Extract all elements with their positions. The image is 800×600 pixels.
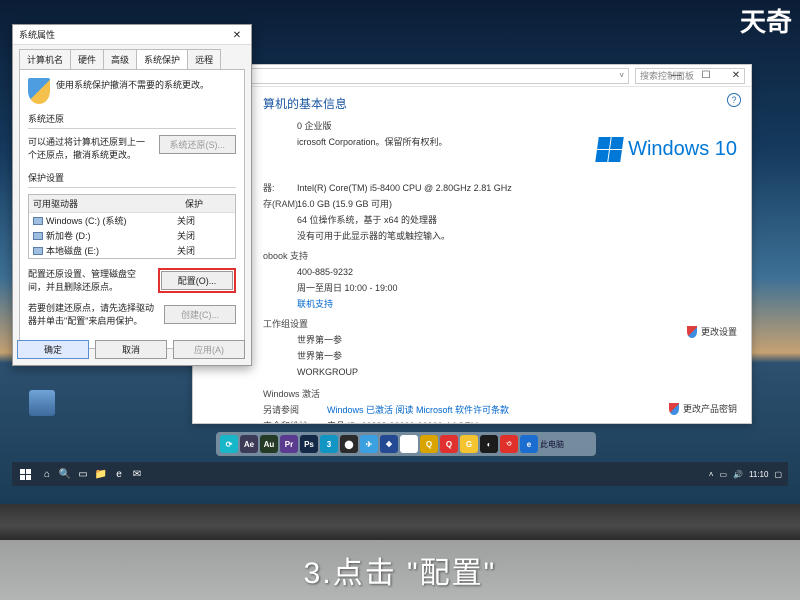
table-row[interactable]: Windows (C:) (系统)关闭 — [29, 213, 235, 228]
tray-sound-icon[interactable]: 🔊 — [733, 470, 743, 479]
cancel-button[interactable]: 取消 — [95, 340, 167, 359]
drive-table[interactable]: 可用驱动器 保护 Windows (C:) (系统)关闭新加卷 (D:)关闭本地… — [28, 194, 236, 259]
restore-group-label: 系统还原 — [28, 112, 236, 125]
address-bar[interactable]: 系统 ˅ — [199, 68, 629, 84]
dock-app[interactable]: 3 — [320, 435, 338, 453]
tray-up-icon[interactable]: ˄ — [709, 470, 714, 479]
taskbar-icon[interactable]: ⌂ — [38, 465, 56, 483]
shield-icon — [687, 326, 697, 338]
system-properties-dialog: 系统属性 ✕ 计算机名硬件高级系统保护远程 使用系统保护撤消不需要的系统更改。 … — [12, 24, 252, 366]
taskbar-icon[interactable]: e — [110, 465, 128, 483]
dock-tail-label: 此电脑 — [540, 439, 564, 450]
dock-app[interactable]: Q — [440, 435, 458, 453]
dock-app[interactable]: Au — [260, 435, 278, 453]
change-settings-link[interactable]: 更改设置 — [687, 325, 737, 338]
dock-app[interactable]: G — [460, 435, 478, 453]
table-row[interactable]: 本地磁盘 (E:)关闭 — [29, 243, 235, 258]
edition: 0 企业版 — [297, 118, 332, 134]
dock-app[interactable] — [400, 435, 418, 453]
dock-app[interactable]: ❖ — [380, 435, 398, 453]
tab-1[interactable]: 硬件 — [70, 49, 104, 69]
dock-app[interactable]: ⟳ — [220, 435, 238, 453]
dock-app[interactable]: Ae — [240, 435, 258, 453]
list-item: 周一至周日 10:00 - 19:00 — [207, 280, 737, 296]
col-drive: 可用驱动器 — [29, 195, 181, 212]
create-text: 若要创建还原点，请先选择驱动器并单击"配置"来启用保护。 — [28, 301, 158, 327]
drive-icon — [33, 217, 43, 225]
tab-0[interactable]: 计算机名 — [19, 49, 71, 69]
tray-network-icon[interactable]: ▭ — [719, 470, 727, 479]
drive-icon — [33, 247, 43, 255]
protection-shield-icon — [28, 78, 50, 104]
list-item: 另请参阅Windows 已激活 阅读 Microsoft 软件许可条款 — [207, 402, 737, 418]
dock-app[interactable]: ◐ — [480, 435, 498, 453]
windows-logo: Windows 10 — [597, 137, 737, 162]
col-protect: 保护 — [181, 195, 235, 212]
taskbar-icon[interactable]: ▭ — [74, 465, 92, 483]
clock[interactable]: 11:10 — [749, 470, 768, 479]
taskbar-icon[interactable]: 🔍 — [56, 465, 74, 483]
help-icon[interactable]: ? — [727, 93, 741, 107]
protection-desc: 使用系统保护撤消不需要的系统更改。 — [56, 78, 209, 91]
change-key-text: 更改产品密钥 — [683, 402, 737, 415]
list-item: 器:Intel(R) Core(TM) i5-8400 CPU @ 2.80GH… — [207, 180, 737, 196]
create-button[interactable]: 创建(C)... — [164, 305, 236, 324]
dock-app[interactable]: Pr — [280, 435, 298, 453]
list-item: 世界第一参 — [207, 348, 737, 364]
list-item: 存(RAM):16.0 GB (15.9 GB 可用) — [207, 196, 737, 212]
tutorial-caption: 3.点击 "配置" — [0, 540, 800, 600]
copyright: icrosoft Corporation。保留所有权利。 — [297, 134, 448, 150]
list-item: 世界第一参 — [207, 332, 737, 348]
system-restore-button[interactable]: 系统还原(S)... — [159, 135, 237, 154]
dock-app[interactable]: Q — [420, 435, 438, 453]
taskbar: ⌂🔍▭📁e✉ ˄ ▭ 🔊 11:10 ▢ — [12, 462, 788, 486]
close-button[interactable]: ✕ — [721, 65, 751, 85]
list-item: 安全和维护产品 ID: 00328-90000-00000-AAOEM — [207, 418, 737, 423]
list-item: WORKGROUP — [207, 364, 737, 380]
desktop: 系统 ˅ 搜索控制面板 ― ☐ ✕ ? 算机的基本信息 0 企业版 — [6, 4, 794, 504]
dock-app[interactable]: ⬤ — [340, 435, 358, 453]
dialog-title: 系统属性 — [19, 28, 55, 41]
list-item: 64 位操作系统，基于 x64 的处理器 — [207, 212, 737, 228]
chevron-down-icon[interactable]: ˅ — [619, 71, 624, 80]
minimize-button[interactable]: ― — [661, 65, 691, 85]
list-item: 联机支持 — [207, 296, 737, 312]
windows-brand-text: Windows 10 — [628, 138, 737, 161]
taskbar-icon[interactable]: ✉ — [128, 465, 146, 483]
shield-icon — [669, 403, 679, 415]
list-item: 400-885-9232 — [207, 264, 737, 280]
dock-app[interactable]: Ps — [300, 435, 318, 453]
app-dock: ⟳AeAuPrPs3⬤✈❖QQG◐৩e 此电脑 — [216, 432, 596, 456]
dock-app[interactable]: e — [520, 435, 538, 453]
list-item: 没有可用于此显示器的笔或触控输入。 — [207, 228, 737, 244]
desktop-icon-recycle[interactable] — [22, 390, 62, 418]
tab-2[interactable]: 高级 — [103, 49, 137, 69]
close-icon[interactable]: ✕ — [227, 27, 247, 43]
apply-button[interactable]: 应用(A) — [173, 340, 245, 359]
tab-3[interactable]: 系统保护 — [136, 49, 188, 69]
change-settings-text: 更改设置 — [701, 325, 737, 338]
dock-app[interactable]: ✈ — [360, 435, 378, 453]
activation-section: Windows 激活 — [207, 386, 327, 402]
table-row[interactable]: 新加卷 (D:)关闭 — [29, 228, 235, 243]
notifications-icon[interactable]: ▢ — [774, 470, 782, 479]
change-key-link[interactable]: 更改产品密钥 — [669, 402, 737, 415]
configure-text: 配置还原设置、管理磁盘空间，并且删除还原点。 — [28, 267, 152, 293]
restore-text: 可以通过将计算机还原到上一个还原点，撤消系统更改。 — [28, 135, 153, 161]
sysinfo-heading: 算机的基本信息 — [263, 95, 737, 112]
maximize-button[interactable]: ☐ — [691, 65, 721, 85]
system-info-window: 系统 ˅ 搜索控制面板 ― ☐ ✕ ? 算机的基本信息 0 企业版 — [192, 64, 752, 424]
ok-button[interactable]: 确定 — [17, 340, 89, 359]
configure-button[interactable]: 配置(O)... — [161, 271, 233, 290]
tab-4[interactable]: 远程 — [187, 49, 221, 69]
drive-icon — [33, 232, 43, 240]
protect-group-label: 保护设置 — [28, 171, 236, 184]
dock-app[interactable]: ৩ — [500, 435, 518, 453]
start-button[interactable] — [12, 462, 38, 486]
taskbar-icon[interactable]: 📁 — [92, 465, 110, 483]
